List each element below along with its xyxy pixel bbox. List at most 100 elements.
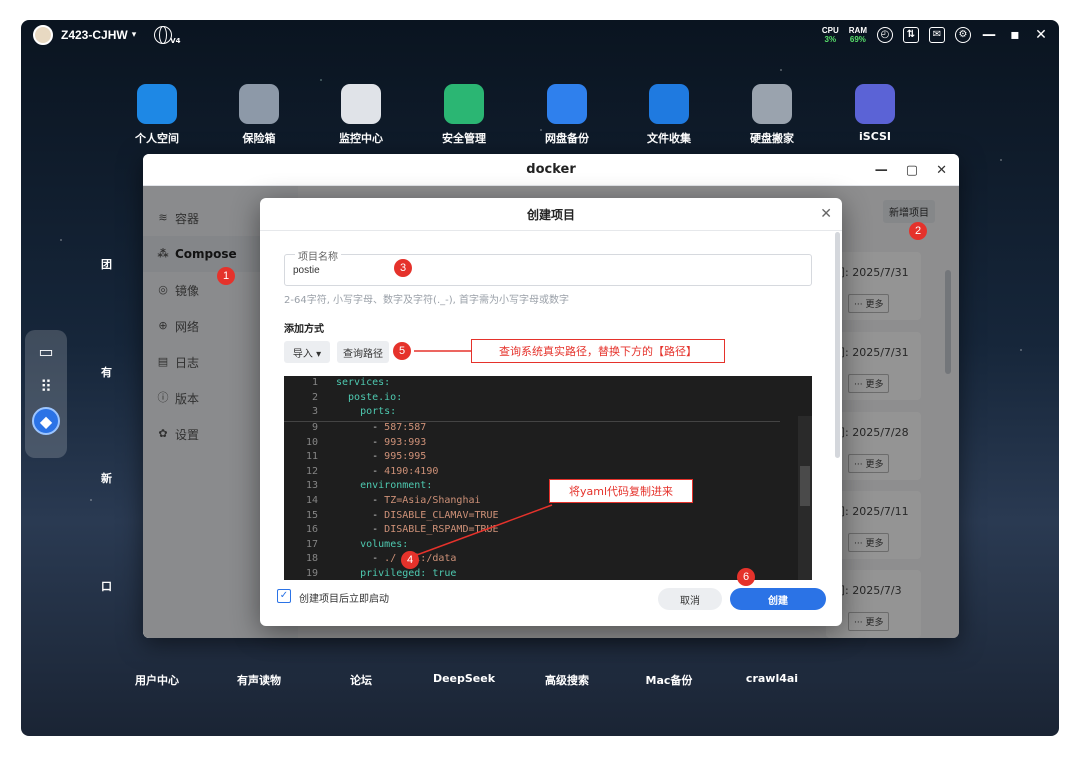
callout-paste-yaml: 将yaml代码复制进来 (549, 479, 693, 503)
code-text: volumes: (360, 538, 409, 550)
code-indent: - (336, 451, 385, 463)
docker-dock-icon[interactable]: ◆ (32, 407, 60, 435)
project-name-input[interactable]: postie (293, 265, 320, 276)
line-number: 18 (305, 553, 318, 565)
name-hint: 2-64字符, 小写字母、数字及字符(._-), 首字需为小写字母或数字 (284, 295, 569, 306)
desktop-app-1[interactable]: 保险箱 (219, 84, 299, 146)
code-text: environment: (360, 480, 433, 492)
cpu-meter[interactable]: CPU 3% (822, 26, 839, 44)
hostname[interactable]: Z423-CJHW (61, 28, 128, 42)
line-number: 1 (311, 377, 318, 388)
top-bar: Z423-CJHW ▾ V4 CPU 3% RAM 69% ◴ ⇅ ✉ ⚙ — … (21, 20, 1059, 50)
task-icon[interactable]: ⇅ (903, 27, 919, 43)
folder-icon (137, 84, 177, 124)
code-text: DISABLE_RSPAMD=TRUE (384, 524, 499, 536)
desktop-app-partial-label: 有 (101, 366, 112, 379)
close-icon[interactable]: ✕ (936, 163, 947, 178)
dialog-scrollbar[interactable] (835, 232, 840, 458)
apps-grid-icon[interactable]: ⠿ (32, 372, 60, 400)
desktop-app-label: DeepSeek (432, 672, 496, 685)
desktop-app-3[interactable]: 安全管理 (424, 84, 504, 146)
close-icon[interactable]: ✕ (1033, 27, 1049, 43)
desktop-app-bottom-6[interactable]: crawl4ai (732, 672, 812, 685)
desktop-app-4[interactable]: 网盘备份 (527, 84, 607, 146)
code-line: 9 - 587:587 (284, 421, 780, 436)
desktop-app-0[interactable]: 个人空间 (117, 84, 197, 146)
code-line: 14 - TZ=Asia/Shanghai (284, 494, 780, 509)
close-icon[interactable]: ✕ (820, 206, 832, 222)
desktop-app-label: iSCSI (859, 130, 891, 143)
cancel-button[interactable]: 取消 (658, 588, 722, 610)
maximize-icon[interactable]: ▪ (1007, 27, 1023, 43)
desktop-app-bottom-2[interactable]: 论坛 (321, 672, 401, 688)
disk-icon (752, 84, 792, 124)
user-avatar[interactable] (33, 25, 53, 45)
desktop-app-label: 论坛 (350, 674, 372, 687)
desktop-app-bottom-4[interactable]: 高级搜索 (527, 672, 607, 688)
minimize-icon[interactable]: — (981, 27, 997, 43)
create-button[interactable]: 创建 (730, 588, 826, 610)
query-path-button[interactable]: 查询路径 (337, 341, 389, 363)
desktop-app-bottom-1[interactable]: 有声读物 (219, 672, 299, 688)
line-number: 11 (305, 451, 318, 463)
code-text: 587:587 (384, 422, 427, 433)
desktop-app-6[interactable]: 硬盘搬家 (732, 84, 812, 146)
autostart-checkbox[interactable]: ✓ (277, 589, 291, 603)
ip-version-label: V4 (170, 37, 181, 45)
desktop-app-label: 网盘备份 (545, 132, 589, 145)
desktop-app-partial-label: 团 (101, 258, 112, 271)
desktop-app-label: 有声读物 (237, 674, 281, 687)
step-badge-6: 6 (737, 568, 755, 586)
import-dropdown[interactable]: 导入 ▾ (284, 341, 330, 363)
code-text: 4190:4190 (384, 465, 439, 477)
code-line: 17 volumes: (284, 538, 780, 553)
camera-icon (341, 84, 381, 124)
desktop-app-5[interactable]: 文件收集 (629, 84, 709, 146)
line-number: 16 (305, 524, 318, 536)
desktop-app-label: 文件收集 (647, 132, 691, 145)
code-line: 3 ports: (284, 405, 780, 420)
code-indent: - (336, 436, 385, 448)
dock: ▭ ⠿ ◆ (25, 330, 67, 458)
desktop-app-7[interactable]: iSCSI (835, 84, 915, 143)
code-line: 11 - 995:995 (284, 450, 780, 465)
iscsi-icon (855, 84, 895, 124)
desktop-app-2[interactable]: 监控中心 (321, 84, 401, 146)
project-name-label: 项目名称 (295, 248, 341, 263)
editor-scrollbar[interactable] (798, 416, 812, 580)
desktop-app-label: 个人空间 (135, 132, 179, 145)
desktop-app-bottom-0[interactable]: 用户中心 (117, 672, 197, 688)
speedometer-icon[interactable]: ◴ (877, 27, 893, 43)
line-number: 12 (305, 465, 318, 477)
desktop-app-label: 硬盘搬家 (750, 132, 794, 145)
desktop-app-bottom-3[interactable]: DeepSeek (424, 672, 504, 685)
ram-meter[interactable]: RAM 69% (849, 26, 867, 44)
cpu-value: 3% (824, 35, 837, 44)
maximize-icon[interactable]: ▢ (906, 163, 918, 178)
monitor-icon[interactable]: ▭ (32, 337, 60, 365)
add-method-label: 添加方式 (284, 324, 324, 335)
chevron-down-icon[interactable]: ▾ (132, 30, 137, 40)
callout-query-path: 查询系统真实路径，替换下方的【路径】 (471, 339, 725, 363)
desktop-app-label: Mac备份 (645, 674, 693, 687)
minimize-icon[interactable]: — (875, 163, 888, 178)
mail-icon[interactable]: ✉ (929, 27, 945, 43)
line-number: 3 (311, 406, 318, 418)
line-number: 2 (311, 391, 318, 403)
dialog-title-bar: 创建项目 ✕ (260, 198, 842, 231)
code-line: 16 - DISABLE_RSPAMD=TRUE (284, 523, 780, 538)
gear-icon[interactable]: ⚙ (955, 27, 971, 43)
desktop-app-bottom-5[interactable]: Mac备份 (629, 672, 709, 688)
code-line: 13 environment: (284, 479, 780, 494)
step-badge-1: 1 (217, 267, 235, 285)
safe-icon (239, 84, 279, 124)
yaml-editor[interactable]: 1 services: 2 poste.io: 3 ports: 9 - 587:58… (284, 376, 812, 580)
code-text: poste.io: (336, 391, 403, 403)
line-number: 17 (305, 538, 318, 550)
step-badge-5: 5 (393, 342, 411, 360)
code-line: 1 services: (284, 376, 780, 391)
line-number: 13 (305, 480, 318, 492)
cloud-icon (547, 84, 587, 124)
project-name-field[interactable]: 项目名称 postie (284, 248, 812, 286)
